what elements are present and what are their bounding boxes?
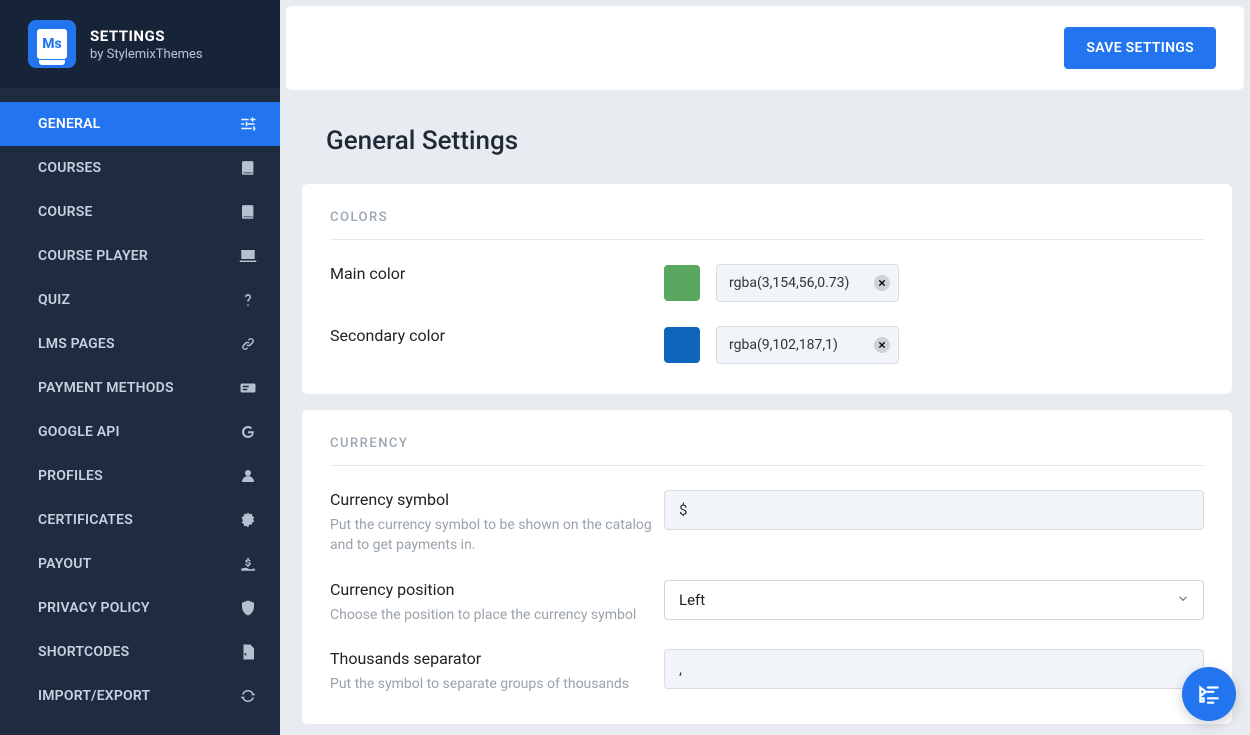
- google-icon: [238, 422, 258, 442]
- desc-thousands-separator: Put the symbol to separate groups of tho…: [330, 674, 664, 694]
- sidebar-item-label: GENERAL: [38, 116, 100, 132]
- hand-coin-icon: [238, 554, 258, 574]
- sidebar-item-google-api[interactable]: GOOGLE API: [0, 410, 280, 454]
- sidebar-item-courses[interactable]: COURSES: [0, 146, 280, 190]
- input-thousands-separator[interactable]: [664, 649, 1204, 689]
- sidebar-item-course[interactable]: COURSE: [0, 190, 280, 234]
- sidebar-item-label: CERTIFICATES: [38, 512, 133, 528]
- input-main-color[interactable]: [716, 264, 899, 302]
- sidebar-item-payout[interactable]: PAYOUT: [0, 542, 280, 586]
- sidebar-item-general[interactable]: GENERAL: [0, 102, 280, 146]
- content-scroll[interactable]: COLORS Main color Secondary color: [286, 184, 1244, 735]
- row-secondary-color: Secondary color: [330, 326, 1204, 364]
- label-main-color: Main color: [330, 264, 664, 283]
- save-button[interactable]: SAVE SETTINGS: [1064, 27, 1216, 69]
- input-secondary-color[interactable]: [716, 326, 899, 364]
- sidebar-item-label: PAYMENT METHODS: [38, 380, 174, 396]
- sidebar-item-label: COURSE: [38, 204, 93, 220]
- sidebar-item-import-export[interactable]: IMPORT/EXPORT: [0, 674, 280, 718]
- book-icon: [238, 158, 258, 178]
- book-icon: [238, 202, 258, 222]
- row-thousands-separator: Thousands separator Put the symbol to se…: [330, 649, 1204, 694]
- topbar: SAVE SETTINGS: [286, 6, 1244, 90]
- swatch-main-color[interactable]: [664, 265, 700, 301]
- sidebar-item-shortcodes[interactable]: SHORTCODES: [0, 630, 280, 674]
- sidebar-item-payment-methods[interactable]: PAYMENT METHODS: [0, 366, 280, 410]
- desc-currency-symbol: Put the currency symbol to be shown on t…: [330, 515, 664, 556]
- money-check-icon: [238, 378, 258, 398]
- clear-secondary-color-icon[interactable]: [874, 337, 890, 353]
- brand-header: Ms SETTINGS by StylemixThemes: [0, 0, 280, 88]
- row-main-color: Main color: [330, 264, 1204, 302]
- section-heading-colors: COLORS: [330, 210, 1204, 240]
- currency-section: CURRENCY Currency symbol Put the currenc…: [302, 410, 1232, 724]
- question-icon: [238, 290, 258, 310]
- sidebar-item-label: QUIZ: [38, 292, 70, 308]
- sidebar-nav: GENERAL COURSES COURSE COURSE PLAYER QUIZ LMS…: [0, 88, 280, 718]
- sidebar-item-label: GOOGLE API: [38, 424, 120, 440]
- sidebar-item-label: PAYOUT: [38, 556, 91, 572]
- chalkboard-icon: [238, 246, 258, 266]
- input-currency-symbol[interactable]: [664, 490, 1204, 530]
- sidebar-item-label: PRIVACY POLICY: [38, 600, 150, 616]
- sidebar-item-course-player[interactable]: COURSE PLAYER: [0, 234, 280, 278]
- certificate-icon: [238, 510, 258, 530]
- section-heading-currency: CURRENCY: [330, 436, 1204, 466]
- sidebar-item-label: IMPORT/EXPORT: [38, 688, 150, 704]
- sidebar-item-lms-pages[interactable]: LMS PAGES: [0, 322, 280, 366]
- label-currency-symbol: Currency symbol: [330, 490, 664, 509]
- sidebar-item-profiles[interactable]: PROFILES: [0, 454, 280, 498]
- select-currency-position[interactable]: Left: [664, 580, 1204, 620]
- sidebar-item-label: COURSE PLAYER: [38, 248, 148, 264]
- row-currency-position: Currency position Choose the position to…: [330, 580, 1204, 625]
- label-thousands-separator: Thousands separator: [330, 649, 664, 668]
- clear-main-color-icon[interactable]: [874, 275, 890, 291]
- sidebar-item-quiz[interactable]: QUIZ: [0, 278, 280, 322]
- user-icon: [238, 466, 258, 486]
- sidebar: Ms SETTINGS by StylemixThemes GENERAL COU…: [0, 0, 280, 735]
- desc-currency-position: Choose the position to place the currenc…: [330, 605, 664, 625]
- help-fab[interactable]: [1182, 667, 1236, 721]
- swatch-secondary-color[interactable]: [664, 327, 700, 363]
- sidebar-item-label: COURSES: [38, 160, 101, 176]
- sidebar-item-privacy-policy[interactable]: PRIVACY POLICY: [0, 586, 280, 630]
- page-title: General Settings: [286, 90, 1244, 184]
- sidebar-item-label: SHORTCODES: [38, 644, 129, 660]
- sidebar-item-certificates[interactable]: CERTIFICATES: [0, 498, 280, 542]
- link-icon: [238, 334, 258, 354]
- label-currency-position: Currency position: [330, 580, 664, 599]
- file-code-icon: [238, 642, 258, 662]
- brand-logo-text: Ms: [42, 37, 61, 51]
- label-secondary-color: Secondary color: [330, 326, 664, 345]
- help-icon: [1196, 681, 1222, 707]
- main-area: SAVE SETTINGS General Settings COLORS Ma…: [286, 6, 1244, 735]
- sidebar-item-label: LMS PAGES: [38, 336, 115, 352]
- brand-title: SETTINGS: [90, 27, 203, 45]
- sidebar-item-label: PROFILES: [38, 468, 103, 484]
- brand-logo: Ms: [28, 20, 76, 68]
- colors-section: COLORS Main color Secondary color: [302, 184, 1232, 394]
- sliders-icon: [238, 114, 258, 134]
- brand-subtitle: by StylemixThemes: [90, 47, 203, 62]
- sync-icon: [238, 686, 258, 706]
- shield-icon: [238, 598, 258, 618]
- row-currency-symbol: Currency symbol Put the currency symbol …: [330, 490, 1204, 556]
